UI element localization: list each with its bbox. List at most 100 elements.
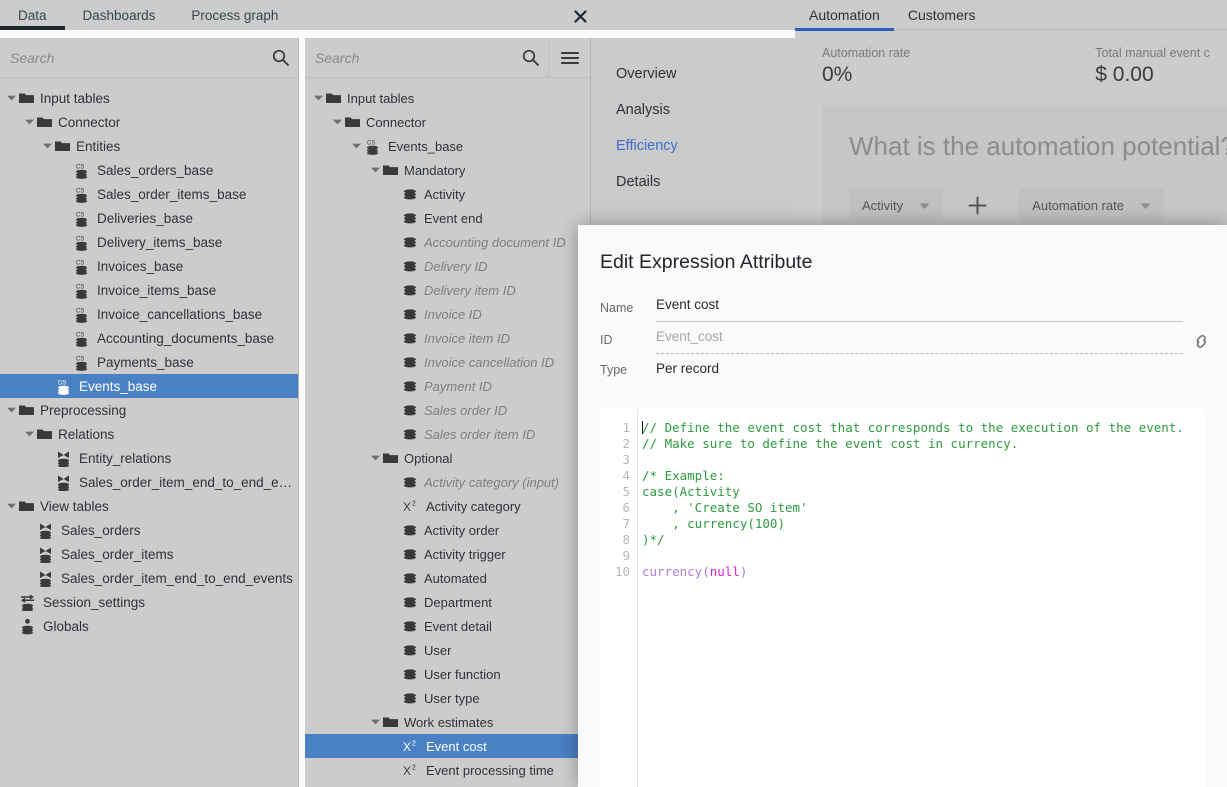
tree-item[interactable]: X2Activity category	[305, 494, 590, 518]
editor-code-area[interactable]: // Define the event cost that correspond…	[638, 409, 1205, 787]
tree-item[interactable]: Globals	[0, 614, 298, 638]
caret-down-icon[interactable]	[349, 134, 363, 158]
tree-item[interactable]: User	[305, 638, 590, 662]
tree-item[interactable]: CSEvents_base	[305, 134, 590, 158]
caret-down-icon[interactable]	[368, 710, 382, 734]
search-icon[interactable]	[512, 38, 548, 78]
tree-item[interactable]: Activity	[305, 182, 590, 206]
tree-item[interactable]: Connector	[305, 110, 590, 134]
tree-item[interactable]: CSDeliveries_base	[0, 206, 298, 230]
tree-item[interactable]: Preprocessing	[0, 398, 298, 422]
tree-item[interactable]: Optional	[305, 446, 590, 470]
attribute-disk-icon	[401, 213, 418, 224]
nav-item-efficiency[interactable]: Efficiency	[591, 128, 795, 164]
tree-item[interactable]: Activity order	[305, 518, 590, 542]
tree-item[interactable]: Input tables	[305, 86, 590, 110]
tree-item[interactable]: CSPayments_base	[0, 350, 298, 374]
tree-item[interactable]: Payment ID	[305, 374, 590, 398]
tree-item[interactable]: Delivery ID	[305, 254, 590, 278]
panel2-tree: Input tablesConnectorCSEvents_baseMandat…	[305, 78, 590, 782]
tree-item[interactable]: Input tables	[0, 86, 298, 110]
tree-item[interactable]: CSSales_orders_base	[0, 158, 298, 182]
tree-item[interactable]: Relations	[0, 422, 298, 446]
tree-item[interactable]: Invoice item ID	[305, 326, 590, 350]
tree-item[interactable]: Delivery item ID	[305, 278, 590, 302]
top-tab-dashboards[interactable]: Dashboards	[65, 0, 174, 30]
kpi-automation-rate: Automation rate 0%	[795, 46, 910, 87]
caret-down-icon[interactable]	[330, 110, 344, 134]
tree-item[interactable]: Activity category (input)	[305, 470, 590, 494]
dashboard-tab-customers[interactable]: Customers	[894, 0, 990, 31]
tree-item[interactable]: CSAccounting_documents_base	[0, 326, 298, 350]
tree-item[interactable]: Event detail	[305, 614, 590, 638]
tree-item[interactable]: X2Event processing time	[305, 758, 590, 782]
caret-down-icon[interactable]	[22, 422, 36, 446]
tree-item[interactable]: CSInvoice_cancellations_base	[0, 302, 298, 326]
tree-item[interactable]: Work estimates	[305, 710, 590, 734]
link-icon[interactable]	[1191, 331, 1211, 351]
tree-item[interactable]: Entity_relations	[0, 446, 298, 470]
tree-item[interactable]: View tables	[0, 494, 298, 518]
search-input[interactable]	[0, 50, 262, 66]
tree-item[interactable]: Sales order item ID	[305, 422, 590, 446]
tree-item[interactable]: CSInvoice_items_base	[0, 278, 298, 302]
caret-down-icon[interactable]	[4, 398, 18, 422]
expression-attribute-icon: X2	[401, 499, 420, 513]
search-icon[interactable]	[262, 38, 298, 78]
tree-item[interactable]: Invoice ID	[305, 302, 590, 326]
nav-item-analysis[interactable]: Analysis	[591, 92, 795, 128]
field-value-name[interactable]: Event cost	[656, 296, 1183, 322]
kpi-total-manual-event-cost: Total manual event c $ 0.00	[910, 46, 1210, 87]
tree-item-label: Sales order ID	[424, 403, 507, 418]
tree-item[interactable]: Department	[305, 590, 590, 614]
tree-item[interactable]: Sales_order_item_end_to_end_events	[0, 566, 298, 590]
tree-item[interactable]: Automated	[305, 566, 590, 590]
tree-item[interactable]: Sales_order_items	[0, 542, 298, 566]
folder-icon	[18, 92, 34, 104]
tree-item[interactable]: DSEvents_base	[0, 374, 298, 398]
tree-item-label: Activity order	[424, 523, 499, 538]
tree-item[interactable]: Sales order ID	[305, 398, 590, 422]
automation-rate-dropdown[interactable]: Automation rate	[1019, 188, 1164, 222]
caret-down-icon[interactable]	[22, 110, 36, 134]
top-tab-process-graph[interactable]: Process graph	[173, 0, 296, 30]
tree-item[interactable]: Accounting document ID	[305, 230, 590, 254]
attribute-search-input[interactable]	[305, 50, 512, 66]
tree-item[interactable]: User function	[305, 662, 590, 686]
tree-item[interactable]: CSSales_order_items_base	[0, 182, 298, 206]
activity-dropdown[interactable]: Activity	[849, 188, 943, 222]
caret-down-icon[interactable]	[4, 494, 18, 518]
tree-item[interactable]: Mandatory	[305, 158, 590, 182]
tree-item[interactable]: Invoice cancellation ID	[305, 350, 590, 374]
caret-down-icon[interactable]	[40, 134, 54, 158]
tree-item[interactable]: Session_settings	[0, 590, 298, 614]
tree-item[interactable]: Sales_order_item_end_to_end_events_base	[0, 470, 298, 494]
nav-item-overview[interactable]: Overview	[591, 56, 795, 92]
tree-item[interactable]: Activity trigger	[305, 542, 590, 566]
plus-icon[interactable]	[965, 188, 989, 222]
panel2-search-bar	[305, 38, 590, 78]
tree-item[interactable]: CSDelivery_items_base	[0, 230, 298, 254]
code-token: )*/	[642, 532, 665, 547]
expression-code-editor[interactable]: 12345678910 // Define the event cost tha…	[600, 409, 1205, 787]
tree-item[interactable]: Sales_orders	[0, 518, 298, 542]
caret-down-icon[interactable]	[4, 86, 18, 110]
nav-item-details[interactable]: Details	[591, 164, 795, 200]
dashboard-tab-automation[interactable]: Automation	[795, 0, 894, 31]
caret-down-icon[interactable]	[311, 86, 325, 110]
field-value-id[interactable]: Event_cost	[656, 328, 1183, 354]
tree-item[interactable]: CSInvoices_base	[0, 254, 298, 278]
top-tab-data[interactable]: Data	[0, 0, 65, 30]
editor-line-numbers: 12345678910	[600, 409, 638, 787]
hamburger-menu-icon[interactable]	[548, 38, 590, 78]
tree-item[interactable]: Event end	[305, 206, 590, 230]
tree-item[interactable]: User type	[305, 686, 590, 710]
tree-item[interactable]: Entities	[0, 134, 298, 158]
dashboard-nav-list: OverviewAnalysisEfficiencyDetails	[591, 38, 795, 200]
caret-down-icon[interactable]	[368, 158, 382, 182]
caret-down-icon[interactable]	[368, 446, 382, 470]
tree-item[interactable]: X2Event cost	[305, 734, 590, 758]
tree-item[interactable]: Connector	[0, 110, 298, 134]
tree-item-label: Sales_order_item_end_to_end_events_base	[79, 475, 298, 490]
close-icon[interactable]	[568, 4, 592, 28]
